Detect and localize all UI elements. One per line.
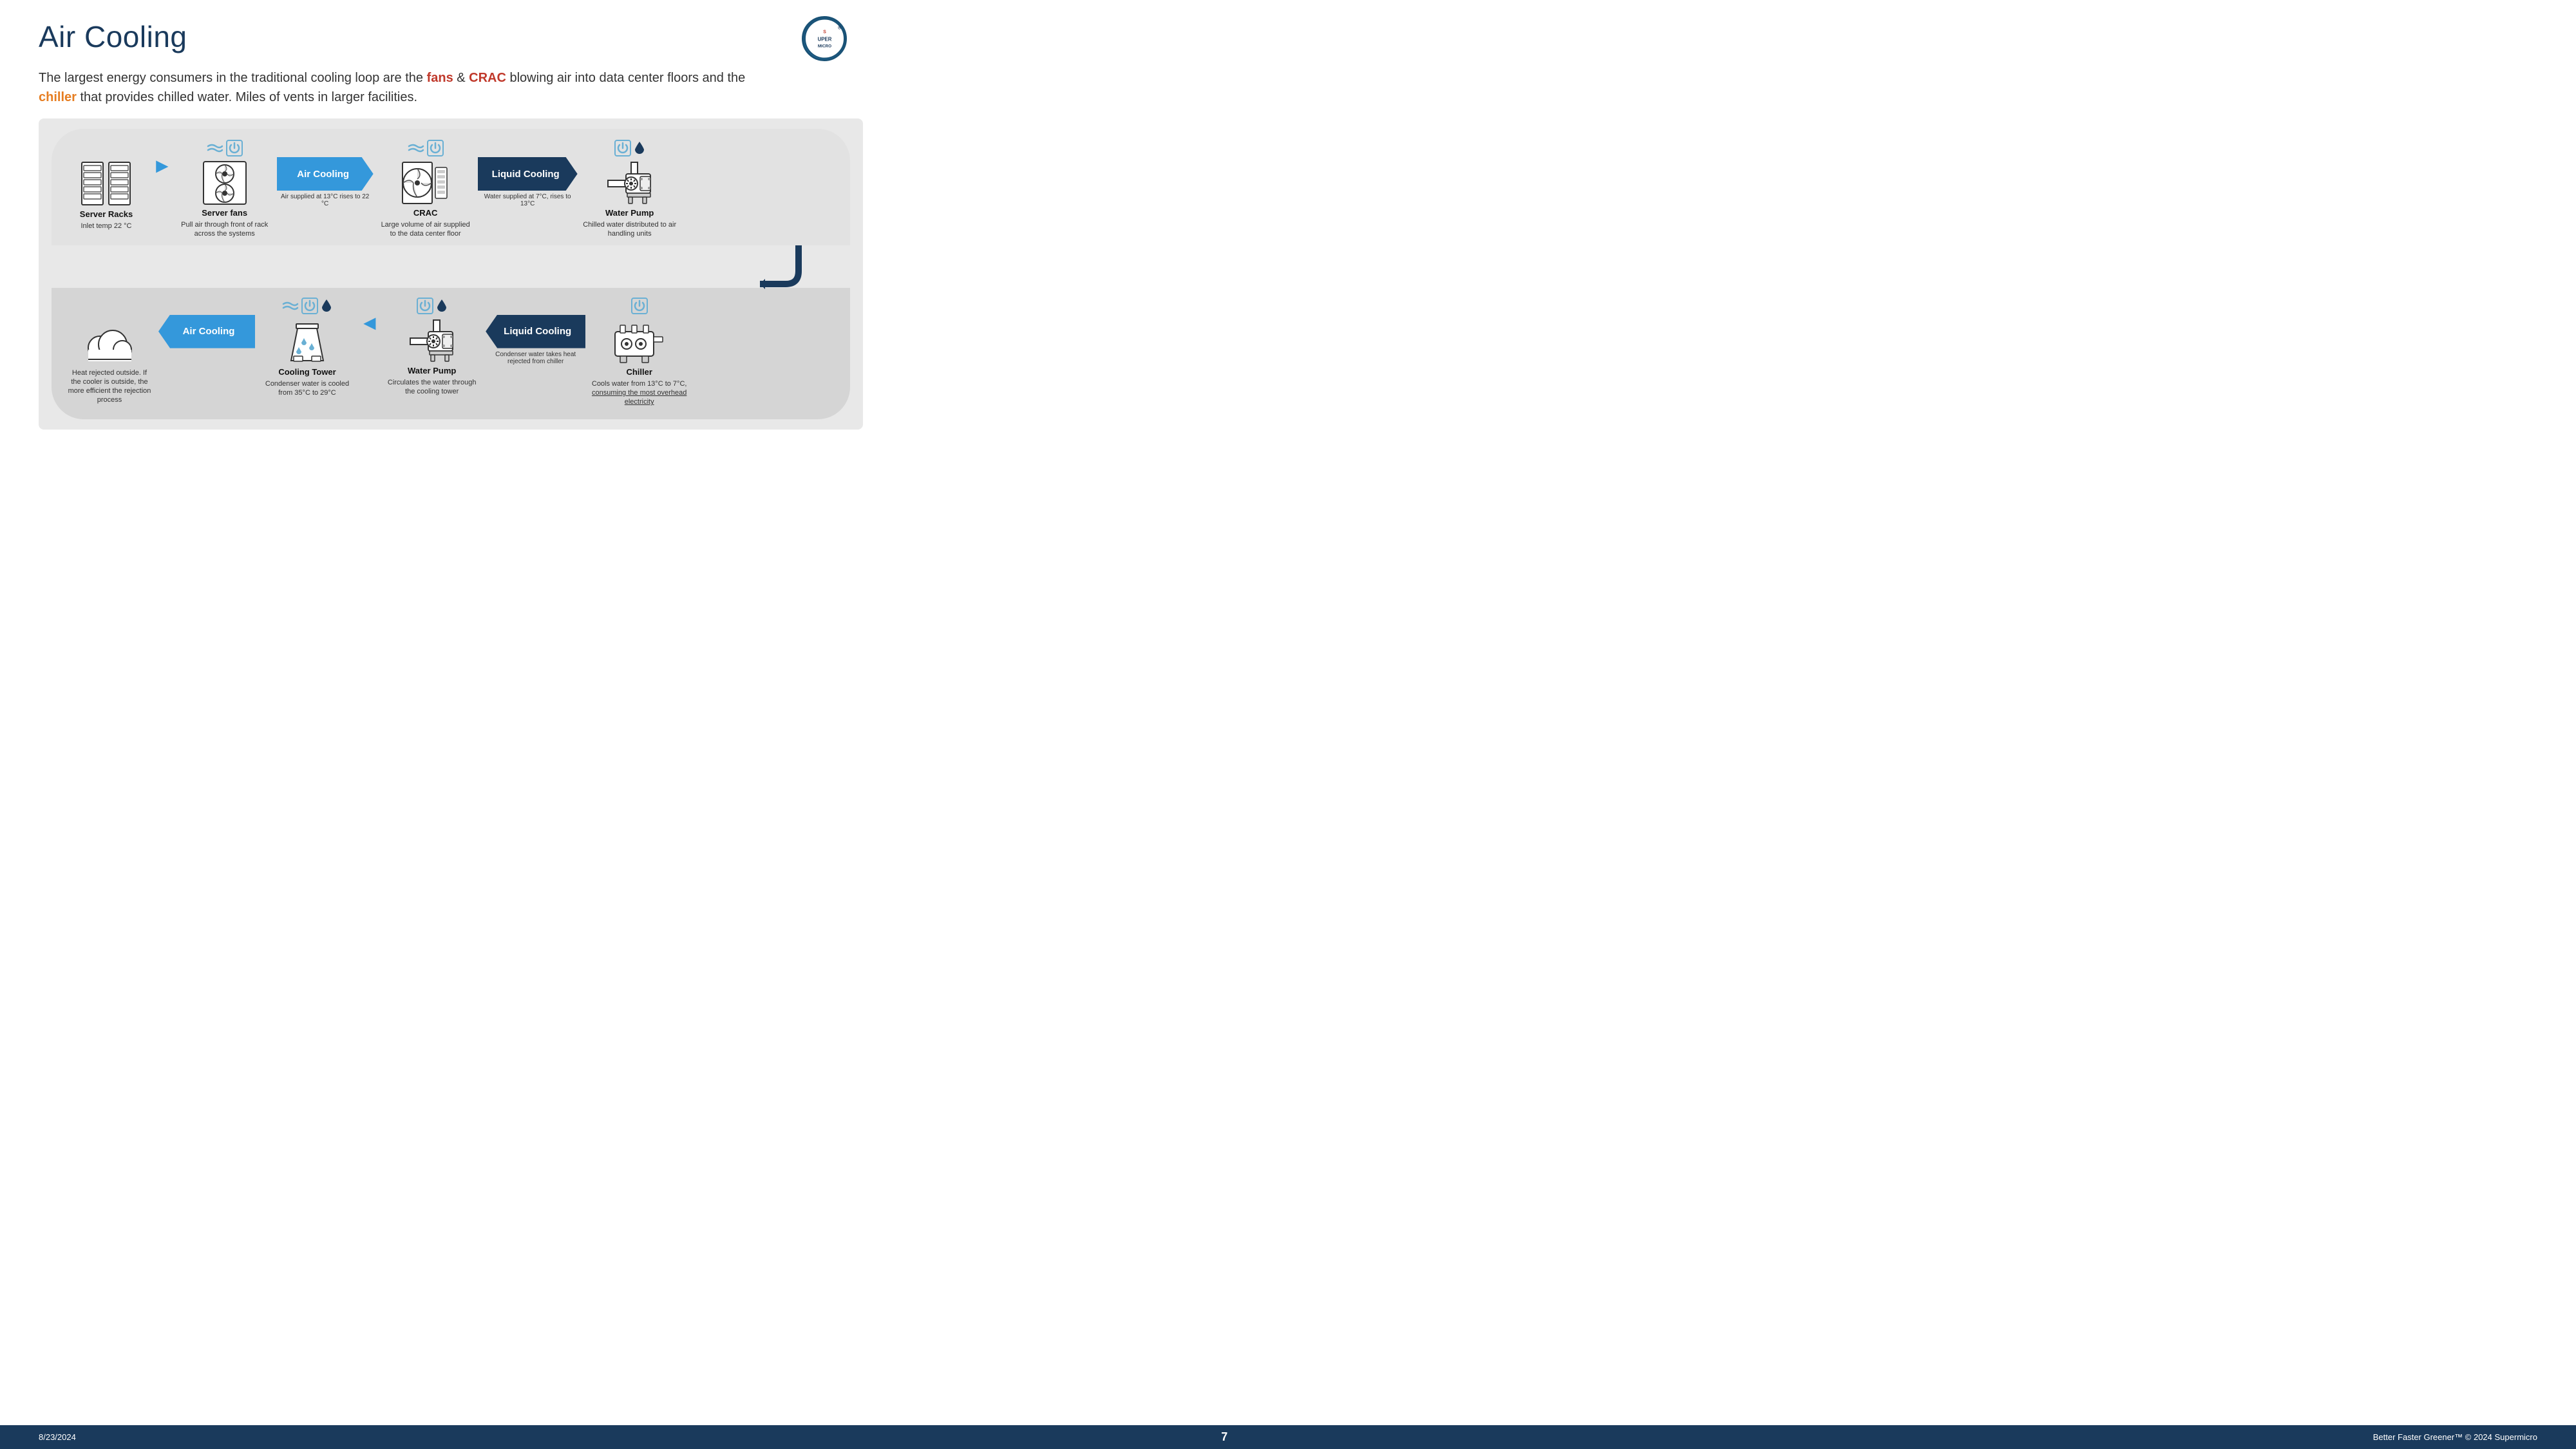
fans-highlight: fans: [427, 71, 453, 85]
connector-arrow-bottom-1: ◄: [359, 297, 380, 342]
water-supplied-label: Water supplied at 7°C, rises to 13°C: [482, 193, 573, 207]
water-pump-top-icon: [607, 161, 653, 208]
wind-icon: [207, 141, 223, 155]
supermicro-logo: S UPER MICRO ®: [802, 16, 847, 61]
water-drop-icon-3: [436, 298, 448, 314]
chiller-top-icons: [631, 297, 648, 315]
water-drop-icon-2: [321, 298, 332, 314]
svg-text:®: ®: [838, 26, 841, 31]
water-pump-bottom-label: Water Pump: [408, 366, 456, 375]
water-pump-top-label: Water Pump: [605, 208, 654, 218]
clouds-icon: [84, 319, 135, 366]
chiller-desc-underline: consuming the most overhead electricity: [592, 389, 687, 406]
server-fans-desc: Pull air through front of rack across th…: [176, 220, 273, 239]
bottom-flow: Heat rejected outside. If the cooler is …: [64, 297, 837, 407]
power-icon-1: [226, 140, 243, 156]
cooling-tower-desc: Condenser water is cooled from 35°C to 2…: [259, 379, 355, 398]
server-fans-top-icons: [207, 139, 243, 157]
svg-text:MICRO: MICRO: [817, 44, 831, 48]
cooling-tower-item: Cooling Tower Condenser water is cooled …: [259, 297, 355, 398]
power-icon-2: [427, 140, 444, 156]
clouds-item: Heat rejected outside. If the cooler is …: [64, 297, 155, 405]
header-area: Air Cooling S UPER MICRO ®: [39, 19, 863, 58]
svg-text:S: S: [823, 30, 826, 35]
liquid-cooling-label-top: Liquid Cooling: [478, 157, 578, 191]
slide-title: Air Cooling: [39, 19, 187, 54]
footer-tagline: Better Faster Greener™ © 2024 Supermicro: [2373, 1432, 2537, 1442]
wind-icon-2: [408, 141, 424, 155]
server-racks-icon: [80, 161, 132, 209]
water-pump-bottom-desc: Circulates the water through the cooling…: [384, 378, 480, 397]
footer-date: 8/23/2024: [39, 1432, 76, 1442]
cooling-tower-label: Cooling Tower: [278, 367, 336, 377]
condenser-label: Condenser water takes heat rejected from…: [484, 351, 587, 365]
air-supplied-label: Air supplied at 13°C rises to 22 °C: [280, 193, 370, 207]
liquid-cooling-arrow-top: Liquid Cooling Water supplied at 7°C, ri…: [478, 139, 578, 207]
server-fans-label: Server fans: [202, 208, 247, 218]
footer-page: 7: [1221, 1430, 1227, 1444]
subtitle-part3: blowing air into data center floors and …: [506, 71, 745, 85]
bottom-section: Heat rejected outside. If the cooler is …: [52, 288, 850, 420]
cooling-tower-top-icons: [282, 297, 332, 315]
subtitle-part4: that provides chilled water. Miles of ve…: [77, 90, 417, 104]
server-fans-icon: [203, 161, 247, 208]
air-cooling-label-top: Air Cooling: [277, 157, 374, 191]
chiller-highlight: chiller: [39, 90, 77, 104]
liquid-cooling-arrow-bottom: Liquid Cooling Condenser water takes hea…: [484, 297, 587, 365]
server-racks-desc: Inlet temp 22 °C: [81, 222, 132, 231]
logo-area: S UPER MICRO ®: [786, 19, 863, 58]
subtitle-part1: The largest energy consumers in the trad…: [39, 71, 427, 85]
slide: Air Cooling S UPER MICRO ® The largest e…: [0, 0, 902, 509]
crac-item: CRAC Large volume of air supplied to the…: [377, 139, 474, 239]
diagram-container: Server Racks Inlet temp 22 °C ►: [39, 118, 863, 430]
chiller-icon: [614, 319, 665, 367]
air-cooling-arrow-bottom: Air Cooling: [158, 297, 255, 348]
water-pump-top-icons: [614, 139, 645, 157]
subtitle: The largest energy consumers in the trad…: [39, 68, 747, 107]
power-icon-4: [301, 298, 318, 314]
server-racks-label: Server Racks: [80, 209, 133, 219]
air-cooling-arrow-top: Air Cooling Air supplied at 13°C rises t…: [277, 139, 374, 207]
water-drop-icon-1: [634, 140, 645, 156]
water-pump-top-item: Water Pump Chilled water distributed to …: [582, 139, 678, 239]
water-pump-top-desc: Chilled water distributed to air handlin…: [582, 220, 678, 239]
chiller-label: Chiller: [626, 367, 652, 377]
top-flow: Server Racks Inlet temp 22 °C ►: [64, 139, 837, 239]
crac-label: CRAC: [413, 208, 438, 218]
crac-icon: [401, 161, 450, 208]
liquid-cooling-label-bottom: Liquid Cooling: [486, 315, 585, 348]
server-racks-item: Server Racks Inlet temp 22 °C: [64, 139, 148, 231]
crac-top-icons: [408, 139, 444, 157]
air-cooling-label-bottom: Air Cooling: [158, 315, 255, 348]
curve-area: [52, 245, 850, 290]
crac-highlight: CRAC: [469, 71, 506, 85]
water-pump-bottom-item: Water Pump Circulates the water through …: [384, 297, 480, 397]
clouds-desc: Heat rejected outside. If the cooler is …: [68, 368, 151, 405]
connector-arrow-1: ►: [152, 139, 173, 184]
chiller-item: Chiller Cools water from 13°C to 7°C, co…: [591, 297, 688, 407]
crac-desc: Large volume of air supplied to the data…: [377, 220, 474, 239]
power-icon-6: [631, 298, 648, 314]
power-icon-3: [614, 140, 631, 156]
top-section: Server Racks Inlet temp 22 °C ►: [52, 129, 850, 245]
curve-connector-svg: [760, 245, 824, 290]
server-fans-item: Server fans Pull air through front of ra…: [176, 139, 273, 239]
water-pump-bottom-icon: [409, 319, 455, 366]
subtitle-part2: &: [453, 71, 469, 85]
power-icon-5: [417, 298, 433, 314]
chiller-desc: Cools water from 13°C to 7°C, consuming …: [591, 379, 688, 407]
water-pump-bottom-icons: [417, 297, 448, 315]
footer: 8/23/2024 7 Better Faster Greener™ © 202…: [0, 1425, 2576, 1449]
wind-icon-3: [282, 299, 299, 313]
svg-text:UPER: UPER: [817, 36, 831, 42]
cooling-tower-icon: [285, 319, 330, 367]
